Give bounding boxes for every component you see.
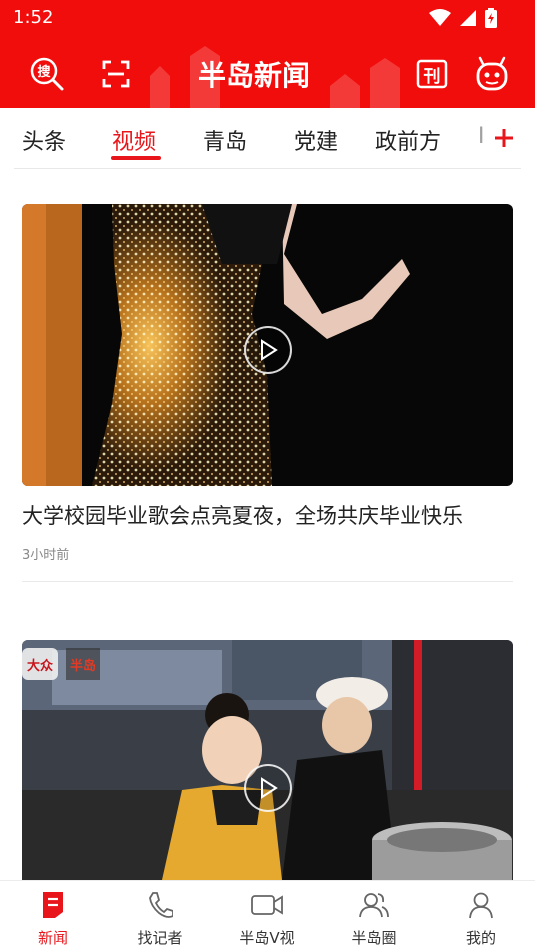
tabs-divider [14,168,521,169]
signal-icon [460,10,476,26]
search-glyph: 搜 [37,64,51,80]
tab-politics[interactable]: 政前方 [375,124,441,156]
status-icons [429,8,497,28]
battery-icon [485,8,497,28]
play-button[interactable] [244,764,292,812]
tab-video[interactable]: 视频 [112,124,156,156]
nav-label: 新闻 [37,929,68,947]
user-icon [469,892,493,919]
scan-icon [102,60,130,88]
tab-party[interactable]: 党建 [294,124,338,156]
nav-news[interactable]: 新闻 [8,889,98,948]
tab-headlines[interactable]: 头条 [22,124,66,156]
nav-mine[interactable]: 我的 [436,889,526,948]
newspaper-button[interactable]: 刊 [414,56,450,92]
channel-tabs: 头条 视频 青岛 党建 政前方 I [0,108,535,170]
robot-button[interactable] [474,56,510,92]
play-icon [261,777,278,799]
badge-text-b: 半岛 [70,658,96,674]
nav-find-reporter[interactable]: 找记者 [115,889,205,948]
newspaper-glyph: 刊 [424,67,441,87]
search-button[interactable]: 搜 [29,56,65,92]
bottom-nav: 新闻 找记者 半岛V视 半岛圈 我的 [0,880,535,951]
nav-bandao-v[interactable]: 半岛V视 [222,889,312,948]
app-header: 1:52 搜 半岛新闻 刊 [0,0,535,108]
add-channel-button[interactable] [490,124,518,152]
card-title[interactable]: 大学校园毕业歌会点亮夏夜，全场共庆毕业快乐 [22,500,513,532]
status-time: 1:52 [13,7,54,28]
badge-text-a: 大众 [27,658,53,674]
tab-qingdao[interactable]: 青岛 [203,124,247,156]
news-icon [43,892,63,918]
nav-label: 半岛V视 [239,929,295,947]
search-icon: 搜 [30,57,64,91]
nav-bandao-circle[interactable]: 半岛圈 [329,889,419,948]
video-camera-icon [251,895,283,915]
video-thumbnail[interactable]: 大众 半岛 [22,640,513,880]
video-card[interactable]: 大学校园毕业歌会点亮夏夜，全场共庆毕业快乐 3小时前 [22,204,513,582]
nav-label: 半岛圈 [351,929,397,947]
video-thumbnail[interactable] [22,204,513,486]
play-icon [261,339,278,361]
phone-icon [149,892,173,918]
play-button[interactable] [244,326,292,374]
nav-label: 我的 [465,929,496,947]
wifi-icon [429,9,451,26]
robot-icon [476,56,508,91]
video-thumbnail-image: 大众 半岛 [22,640,513,880]
app-logo: 半岛新闻 [198,59,311,92]
video-card[interactable]: 大众 半岛 [22,640,513,880]
scan-button[interactable] [98,56,134,92]
plus-icon [495,129,513,147]
card-timestamp: 3小时前 [22,548,70,563]
card-divider [22,581,513,582]
nav-label: 找记者 [137,929,183,947]
nav-header: 搜 半岛新闻 刊 [0,38,535,108]
status-bar: 1:52 [0,0,535,38]
newspaper-icon: 刊 [416,59,448,89]
active-tab-indicator [111,156,161,160]
tabs-fade [470,122,490,152]
group-icon [359,893,389,918]
